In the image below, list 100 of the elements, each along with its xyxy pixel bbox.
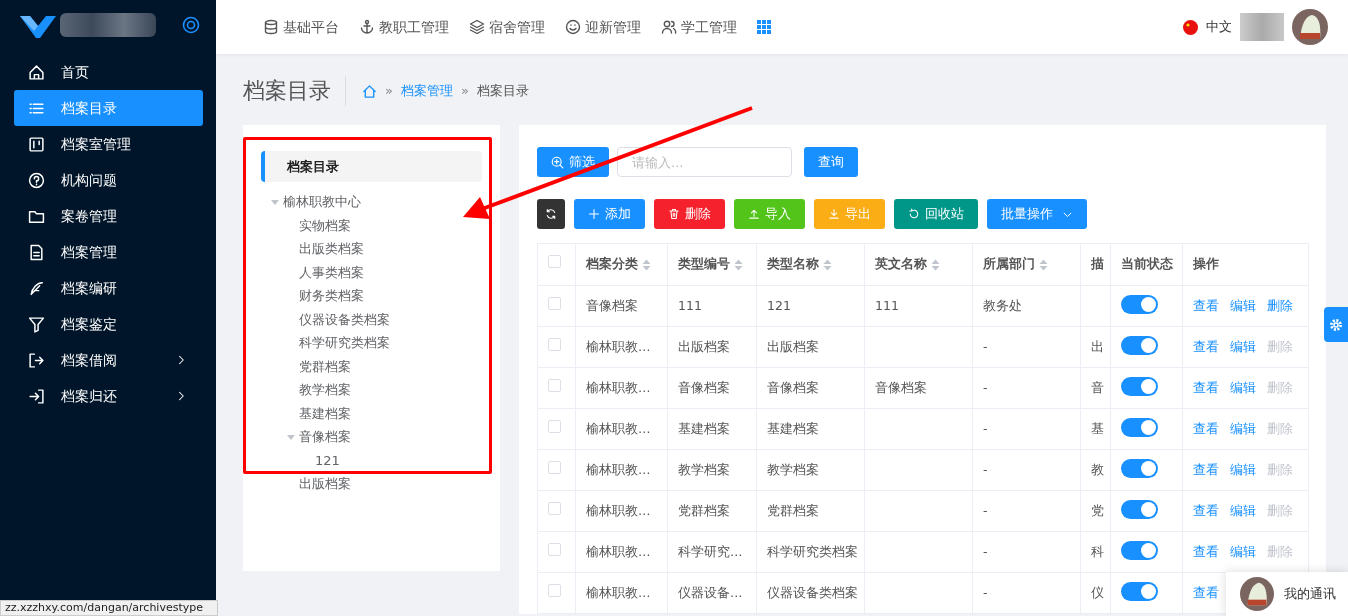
row-checkbox[interactable]	[548, 460, 561, 474]
status-toggle[interactable]	[1121, 581, 1158, 601]
tree-node[interactable]: 出版档案	[261, 472, 351, 496]
table-cell: -	[983, 461, 988, 477]
sort-icon[interactable]	[734, 258, 743, 271]
column-header: 英文名称	[875, 255, 940, 274]
tree-node[interactable]: 仪器设备类档案	[261, 307, 390, 331]
table-cell: 榆林职教…	[586, 543, 651, 559]
status-toggle[interactable]	[1121, 376, 1158, 396]
breadcrumb-link[interactable]: 档案管理	[400, 81, 453, 101]
action-link[interactable]: 查看	[1193, 420, 1219, 436]
tree-node[interactable]: 出版类档案	[261, 237, 364, 261]
table-cell: 党群档案	[678, 502, 730, 518]
action-link[interactable]: 编辑	[1230, 420, 1256, 436]
apps-grid-icon[interactable]	[757, 20, 771, 34]
caret-icon[interactable]	[271, 197, 279, 206]
action-link[interactable]: 编辑	[1230, 502, 1256, 518]
action-link[interactable]: 编辑	[1230, 543, 1256, 559]
menu-item[interactable]: 档案归还	[14, 378, 203, 414]
table-cell: -	[983, 379, 988, 395]
batch-actions-button[interactable]: 批量操作	[987, 199, 1087, 229]
tree-node[interactable]: 党群档案	[261, 354, 351, 378]
home-icon[interactable]	[362, 83, 377, 99]
action-link[interactable]: 查看	[1193, 584, 1219, 600]
recycle-bin-button[interactable]: 回收站	[894, 199, 978, 229]
action-link[interactable]: 查看	[1193, 297, 1219, 313]
import-button[interactable]: 导入	[734, 199, 805, 229]
status-toggle[interactable]	[1121, 417, 1158, 437]
delete-button[interactable]: 删除	[654, 199, 725, 229]
status-toggle[interactable]	[1121, 335, 1158, 355]
add-button[interactable]: 添加	[574, 199, 645, 229]
menu-item[interactable]: 档案编研	[14, 270, 203, 306]
nav-link[interactable]: 教职工管理	[359, 16, 449, 38]
status-toggle[interactable]	[1121, 499, 1158, 519]
export-button[interactable]: 导出	[814, 199, 885, 229]
action-link[interactable]: 查看	[1193, 502, 1219, 518]
sort-icon[interactable]	[931, 258, 940, 271]
action-link[interactable]: 编辑	[1230, 461, 1256, 477]
row-checkbox[interactable]	[548, 337, 561, 351]
table-cell: 仪器设备类档案	[767, 584, 858, 600]
tree-node[interactable]: 实物档案	[261, 213, 351, 237]
action-link[interactable]: 编辑	[1230, 338, 1256, 354]
action-link[interactable]: 编辑	[1230, 379, 1256, 395]
nav-link[interactable]: 基础平台	[263, 16, 339, 38]
target-icon[interactable]	[182, 16, 200, 34]
exit-icon	[28, 351, 45, 369]
tree-node[interactable]: 121	[261, 448, 340, 472]
search-field[interactable]: 请输入...	[617, 147, 792, 177]
gear-icon	[1329, 317, 1343, 332]
row-checkbox[interactable]	[548, 419, 561, 433]
sort-icon[interactable]	[823, 258, 832, 271]
menu-item[interactable]: 档案借阅	[14, 342, 203, 378]
select-all-checkbox[interactable]	[548, 255, 561, 269]
table-cell: 榆林职教…	[586, 379, 651, 395]
nav-link[interactable]: 宿舍管理	[469, 16, 545, 38]
status-toggle[interactable]	[1121, 294, 1158, 314]
tree-node[interactable]: 榆林职教中心	[261, 190, 361, 214]
action-link[interactable]: 查看	[1193, 543, 1219, 559]
status-toggle[interactable]	[1121, 458, 1158, 478]
row-checkbox[interactable]	[548, 501, 561, 515]
tree-node[interactable]: 人事类档案	[261, 260, 364, 284]
action-link[interactable]: 编辑	[1230, 297, 1256, 313]
row-checkbox[interactable]	[548, 542, 561, 556]
query-button[interactable]: 查询	[804, 147, 858, 177]
tree-node[interactable]: 教学档案	[261, 378, 351, 402]
status-toggle[interactable]	[1121, 540, 1158, 560]
tree-node[interactable]: 音像档案	[261, 425, 351, 449]
menu-item[interactable]: 机构问题	[14, 162, 203, 198]
row-checkbox[interactable]	[548, 296, 561, 310]
menu-item[interactable]: 档案室管理	[14, 126, 203, 162]
action-link[interactable]: 删除	[1267, 297, 1293, 313]
menu-item[interactable]: 案卷管理	[14, 198, 203, 234]
table-cell: 出	[1091, 338, 1104, 354]
language-selector[interactable]: 中文	[1206, 17, 1232, 37]
nav-link[interactable]: 迎新管理	[565, 16, 641, 38]
tree-node[interactable]: 基建档案	[261, 401, 351, 425]
action-link[interactable]: 查看	[1193, 461, 1219, 477]
nav-link[interactable]: 学工管理	[661, 16, 737, 38]
row-checkbox[interactable]	[548, 378, 561, 392]
user-avatar[interactable]	[1292, 9, 1328, 45]
menu-item[interactable]: 档案管理	[14, 234, 203, 270]
table-cell: 111	[678, 297, 702, 313]
chat-widget[interactable]: 我的通讯	[1226, 572, 1348, 616]
table-cell: 教学档案	[767, 461, 819, 477]
tree-node[interactable]: 财务类档案	[261, 284, 364, 308]
sort-icon[interactable]	[642, 258, 651, 271]
action-link[interactable]: 查看	[1193, 379, 1219, 395]
table-cell: 音	[1091, 379, 1104, 395]
sort-icon[interactable]	[1039, 258, 1048, 271]
caret-icon[interactable]	[287, 432, 295, 441]
refresh-button[interactable]	[537, 199, 565, 229]
settings-button[interactable]	[1324, 307, 1348, 342]
filter-button[interactable]: 筛选	[537, 147, 609, 177]
menu-item[interactable]: 首页	[14, 54, 203, 90]
table-cell: 音像档案	[767, 379, 819, 395]
menu-item[interactable]: 档案鉴定	[14, 306, 203, 342]
tree-node[interactable]: 科学研究类档案	[261, 331, 390, 355]
row-checkbox[interactable]	[548, 583, 561, 597]
menu-item[interactable]: 档案目录	[14, 90, 203, 126]
action-link[interactable]: 查看	[1193, 338, 1219, 354]
